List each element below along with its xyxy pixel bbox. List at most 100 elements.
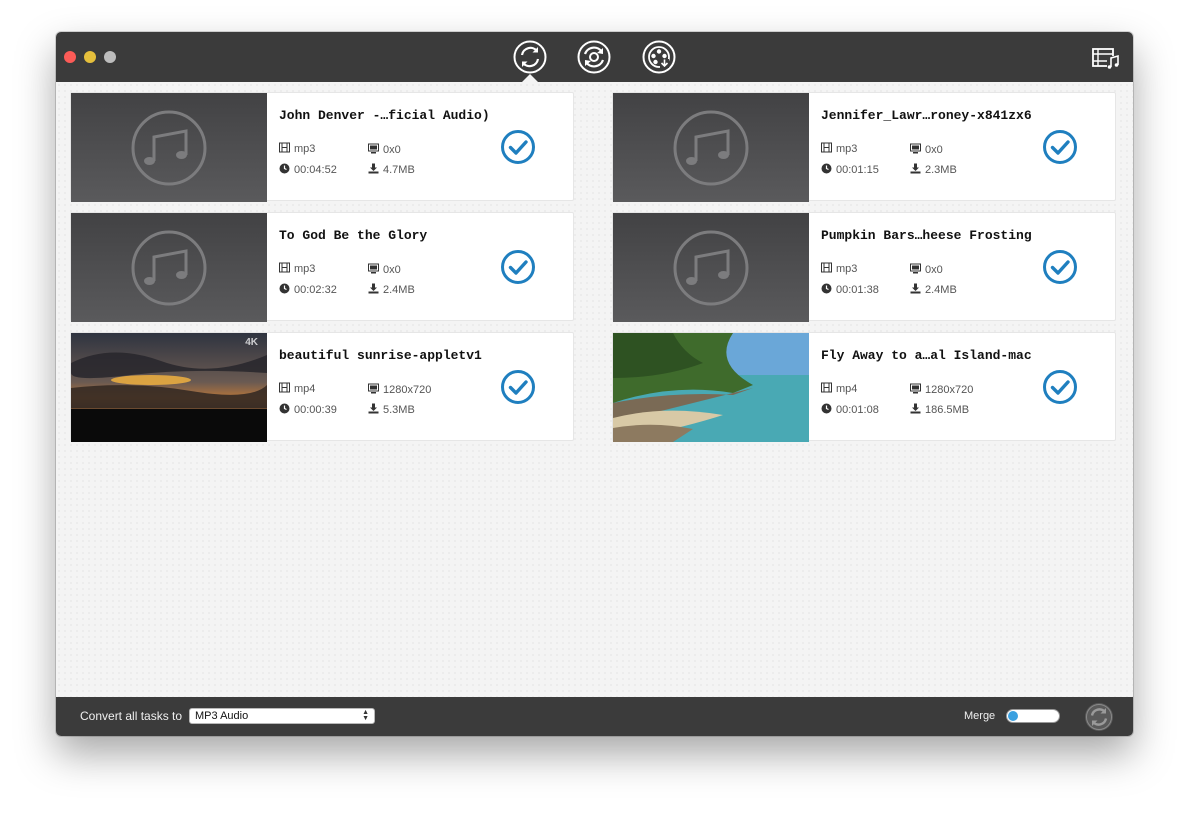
task-size-value: 4.7MB bbox=[383, 164, 415, 176]
resolution-badge: 4K bbox=[245, 337, 258, 348]
film-icon bbox=[279, 262, 294, 276]
task-format: mp3 bbox=[279, 142, 315, 156]
task-size: 5.3MB bbox=[368, 403, 415, 417]
download-icon bbox=[910, 403, 925, 417]
task-duration: 00:01:38 bbox=[821, 283, 879, 297]
close-window-button[interactable] bbox=[64, 51, 76, 63]
task-resolution-value: 0x0 bbox=[383, 264, 401, 276]
app-window: John Denver -…ficial Audio) mp3 0x0 00:04:5… bbox=[56, 32, 1133, 736]
clock-icon bbox=[279, 283, 294, 297]
task-format: mp3 bbox=[821, 262, 857, 276]
task-size-value: 2.3MB bbox=[925, 164, 957, 176]
checkmark-icon[interactable] bbox=[1042, 129, 1078, 165]
task-duration-value: 00:01:15 bbox=[836, 164, 879, 176]
task-format-value: mp3 bbox=[294, 143, 316, 155]
monitor-icon bbox=[910, 263, 925, 277]
task-card[interactable]: 4K beautiful sunrise-appletv1 mp4 1280x720 0… bbox=[70, 332, 574, 442]
merge-toggle-knob bbox=[1008, 711, 1018, 721]
task-duration-value: 00:01:38 bbox=[836, 284, 879, 296]
task-title: beautiful sunrise-appletv1 bbox=[279, 348, 482, 363]
task-card[interactable]: Jennifer_Lawr…roney-x841zx6 mp3 0x0 00:01:1… bbox=[612, 92, 1116, 202]
task-title: John Denver -…ficial Audio) bbox=[279, 108, 490, 123]
video-thumbnail bbox=[613, 333, 809, 442]
checkmark-icon[interactable] bbox=[500, 369, 536, 405]
music-note-thumbnail bbox=[613, 213, 809, 322]
task-size-value: 186.5MB bbox=[925, 404, 970, 416]
task-duration: 00:01:15 bbox=[821, 163, 879, 177]
task-resolution-value: 1280x720 bbox=[925, 384, 974, 396]
task-format-value: mp4 bbox=[294, 383, 316, 395]
task-card[interactable]: Fly Away to a…al Island-mac mp4 1280x720 00… bbox=[612, 332, 1116, 442]
film-icon bbox=[821, 142, 836, 156]
task-size-value: 2.4MB bbox=[925, 284, 957, 296]
task-format: mp4 bbox=[821, 382, 857, 396]
active-tab-indicator bbox=[522, 74, 538, 82]
checkmark-icon[interactable] bbox=[1042, 249, 1078, 285]
download-icon bbox=[910, 283, 925, 297]
minimize-window-button[interactable] bbox=[84, 51, 96, 63]
task-size: 2.4MB bbox=[368, 283, 415, 297]
task-resolution: 1280x720 bbox=[368, 383, 431, 397]
task-card[interactable]: To God Be the Glory mp3 0x0 00:02:32 2.4MB bbox=[70, 212, 574, 322]
convert-tab[interactable] bbox=[513, 40, 547, 74]
rotate-settings-icon bbox=[577, 40, 611, 74]
title-bar bbox=[56, 32, 1133, 82]
convert-all-button[interactable] bbox=[1084, 702, 1114, 732]
task-size-value: 5.3MB bbox=[383, 404, 415, 416]
task-card[interactable]: Pumpkin Bars…heese Frosting mp3 0x0 00:01:3… bbox=[612, 212, 1116, 322]
task-size: 186.5MB bbox=[910, 403, 969, 417]
task-resolution: 0x0 bbox=[910, 263, 943, 277]
maximize-window-button[interactable] bbox=[104, 51, 116, 63]
merge-label: Merge bbox=[964, 710, 996, 722]
task-duration-value: 00:00:39 bbox=[294, 404, 337, 416]
film-icon bbox=[279, 142, 294, 156]
task-title: Jennifer_Lawr…roney-x841zx6 bbox=[821, 108, 1032, 123]
rotate-settings-tab[interactable] bbox=[577, 40, 611, 74]
film-icon bbox=[821, 262, 836, 276]
film-download-icon bbox=[642, 40, 676, 74]
task-list: John Denver -…ficial Audio) mp3 0x0 00:04:5… bbox=[56, 82, 1133, 697]
convert-icon bbox=[513, 40, 547, 74]
film-icon bbox=[821, 382, 836, 396]
output-format-select[interactable]: MP3 Audio ▲ ▼ bbox=[189, 708, 375, 724]
music-note-thumbnail bbox=[613, 93, 809, 202]
checkmark-icon[interactable] bbox=[500, 249, 536, 285]
music-note-thumbnail bbox=[71, 213, 267, 322]
task-resolution-value: 1280x720 bbox=[383, 384, 432, 396]
video-music-icon[interactable] bbox=[1091, 45, 1121, 71]
output-format-value: MP3 Audio bbox=[195, 710, 249, 722]
task-title: Pumpkin Bars…heese Frosting bbox=[821, 228, 1032, 243]
task-title: To God Be the Glory bbox=[279, 228, 428, 243]
clock-icon bbox=[821, 163, 836, 177]
task-format-value: mp4 bbox=[836, 383, 858, 395]
task-duration-value: 00:02:32 bbox=[294, 284, 337, 296]
task-format: mp3 bbox=[821, 142, 857, 156]
monitor-icon bbox=[910, 143, 925, 157]
task-size: 2.3MB bbox=[910, 163, 957, 177]
task-duration: 00:01:08 bbox=[821, 403, 879, 417]
task-size-value: 2.4MB bbox=[383, 284, 415, 296]
film-download-tab[interactable] bbox=[642, 40, 676, 74]
convert-all-label: Convert all tasks to bbox=[80, 709, 183, 723]
monitor-icon bbox=[368, 143, 383, 157]
monitor-icon bbox=[368, 263, 383, 277]
task-card[interactable]: John Denver -…ficial Audio) mp3 0x0 00:04:5… bbox=[70, 92, 574, 202]
download-icon bbox=[368, 163, 383, 177]
task-resolution-value: 0x0 bbox=[925, 264, 943, 276]
download-icon bbox=[910, 163, 925, 177]
task-resolution: 0x0 bbox=[910, 143, 943, 157]
task-duration-value: 00:04:52 bbox=[294, 164, 337, 176]
select-arrows-icon: ▲ ▼ bbox=[362, 709, 369, 722]
task-size: 2.4MB bbox=[910, 283, 957, 297]
video-thumbnail: 4K bbox=[71, 333, 267, 442]
checkmark-icon[interactable] bbox=[1042, 369, 1078, 405]
download-icon bbox=[368, 283, 383, 297]
merge-toggle[interactable] bbox=[1006, 709, 1060, 723]
bottom-bar: Convert all tasks to MP3 Audio ▲ ▼ Merge bbox=[56, 697, 1133, 736]
task-format-value: mp3 bbox=[294, 263, 316, 275]
task-duration-value: 00:01:08 bbox=[836, 404, 879, 416]
checkmark-icon[interactable] bbox=[500, 129, 536, 165]
task-resolution-value: 0x0 bbox=[383, 144, 401, 156]
task-format-value: mp3 bbox=[836, 143, 858, 155]
monitor-icon bbox=[910, 383, 925, 397]
